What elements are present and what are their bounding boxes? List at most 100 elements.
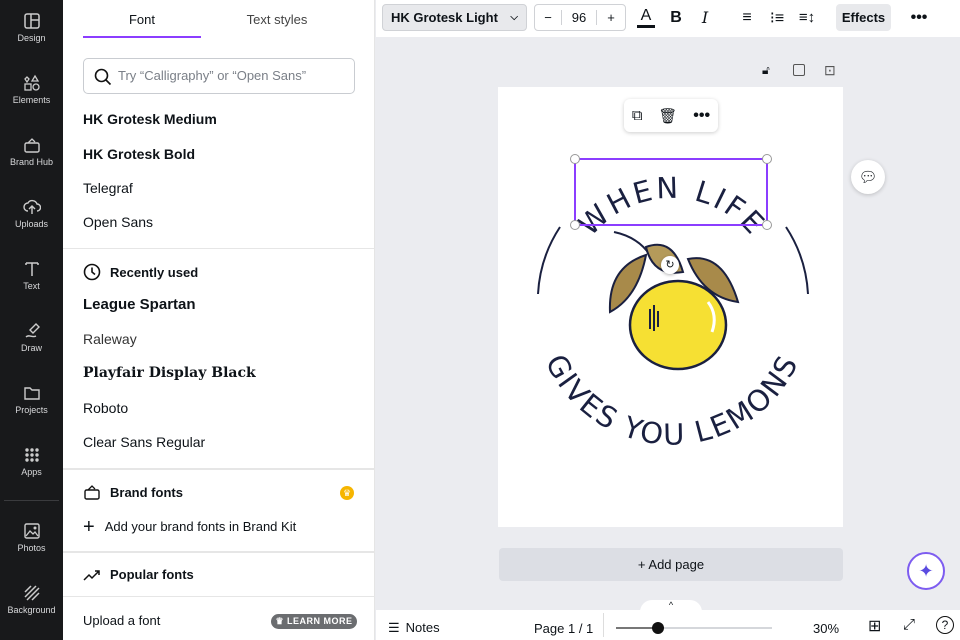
- resize-handle[interactable]: [570, 220, 580, 230]
- bottom-bar: ☰ Notes Page 1 / 1 30% ⊞ ⤢ ?: [376, 610, 960, 640]
- rail-item-projects[interactable]: Projects: [0, 384, 63, 415]
- trash-icon[interactable]: 🗑︎: [658, 107, 677, 125]
- font-size-input[interactable]: 96: [562, 10, 597, 25]
- rail-item-text[interactable]: Text: [0, 260, 63, 291]
- grid-view-icon[interactable]: ⊞: [868, 616, 881, 636]
- learn-more-button[interactable]: ♛ LEARN MORE: [271, 614, 357, 629]
- element-context-menu: ⧉ 🗑︎ •••: [624, 99, 718, 132]
- font-item[interactable]: Telegraf: [83, 180, 133, 196]
- increase-size-button[interactable]: +: [597, 10, 625, 25]
- italic-icon[interactable]: I: [697, 4, 713, 31]
- tab-text-styles[interactable]: Text styles: [218, 12, 336, 27]
- resize-handle[interactable]: [762, 154, 772, 164]
- font-item[interactable]: League Spartan: [83, 296, 196, 313]
- rail-item-uploads[interactable]: Uploads: [0, 198, 63, 229]
- grid-icon: [24, 448, 39, 462]
- button-label: Notes: [405, 620, 440, 635]
- rail-item-design[interactable]: Design: [0, 12, 63, 43]
- rail-item-label: Design: [17, 33, 46, 43]
- rail-item-label: Apps: [21, 467, 42, 477]
- align-center-icon[interactable]: ≡: [738, 4, 756, 31]
- font-item[interactable]: Roboto: [83, 400, 128, 416]
- magic-assistant-button[interactable]: ✦: [907, 552, 945, 590]
- chevron-down-icon: ⌵: [510, 12, 518, 23]
- text-icon: [24, 262, 39, 276]
- help-icon[interactable]: ?: [936, 616, 954, 634]
- rail-item-background[interactable]: Background: [0, 584, 63, 615]
- font-item[interactable]: Playfair Display Black: [83, 365, 256, 381]
- rail-item-apps[interactable]: Apps: [0, 446, 63, 477]
- draw-icon: [25, 323, 40, 338]
- effects-button[interactable]: Effects: [836, 4, 891, 31]
- zoom-slider-handle[interactable]: [652, 622, 664, 634]
- rail-item-elements[interactable]: Elements: [0, 74, 63, 105]
- text-color-icon[interactable]: A: [636, 4, 656, 31]
- tab-font[interactable]: Font: [83, 12, 201, 27]
- design-page[interactable]: WHEN LIFE GIVES YOU LEMONS: [498, 87, 843, 527]
- resize-handle[interactable]: [762, 220, 772, 230]
- upload-font-link[interactable]: Upload a font: [83, 613, 160, 628]
- shapes-icon: [23, 74, 40, 91]
- font-item[interactable]: HK Grotesk Medium: [83, 111, 217, 127]
- rail-item-label: Text: [23, 281, 40, 291]
- notes-icon: ☰: [388, 620, 400, 635]
- decrease-size-button[interactable]: −: [535, 10, 562, 25]
- spacing-icon[interactable]: ≡↕: [797, 4, 817, 31]
- clock-icon: [83, 263, 101, 281]
- zoom-slider[interactable]: [616, 622, 772, 634]
- more-icon[interactable]: •••: [909, 4, 929, 31]
- section-title: Recently used: [110, 264, 199, 280]
- rail-item-label: Projects: [15, 405, 48, 415]
- divider: [63, 551, 375, 553]
- zoom-level[interactable]: 30%: [813, 621, 839, 636]
- fullscreen-icon[interactable]: ⤢: [903, 616, 915, 633]
- rail-item-brand-hub[interactable]: Brand Hub: [0, 136, 63, 167]
- font-size-stepper[interactable]: − 96 +: [534, 4, 626, 31]
- notes-button[interactable]: ☰ Notes: [388, 620, 440, 636]
- list-icon[interactable]: ⁝≡: [768, 4, 786, 31]
- bold-icon[interactable]: B: [668, 4, 684, 31]
- text-toolbar: HK Grotesk Light ⌵ − 96 + A B I ≡ ⁝≡ ≡↕ E…: [376, 0, 960, 37]
- left-rail: Design Elements Brand Hub Uploads Text Draw Pr…: [0, 0, 63, 640]
- recently-used-header: Recently used: [83, 263, 198, 281]
- add-page-button[interactable]: + Add page: [499, 548, 843, 581]
- image-icon: [23, 523, 40, 539]
- rail-item-photos[interactable]: Photos: [0, 522, 63, 553]
- font-item[interactable]: Open Sans: [83, 214, 153, 230]
- resize-handle[interactable]: [570, 154, 580, 164]
- font-item[interactable]: Clear Sans Regular: [83, 434, 205, 450]
- rail-item-label: Draw: [20, 343, 42, 353]
- dropdown-value: HK Grotesk Light: [391, 10, 498, 25]
- search-icon: [94, 68, 112, 86]
- folder-icon: [23, 387, 40, 400]
- comment-button[interactable]: 💬︎: [851, 160, 885, 194]
- section-title: Brand fonts: [110, 484, 183, 500]
- brand-kit-icon: [84, 485, 100, 500]
- brand-fonts-header: Brand fonts: [83, 484, 183, 500]
- divider: [63, 248, 375, 249]
- font-item[interactable]: HK Grotesk Bold: [83, 146, 195, 162]
- font-family-dropdown[interactable]: HK Grotesk Light ⌵: [382, 4, 527, 31]
- rail-item-draw[interactable]: Draw: [0, 322, 63, 353]
- arc-line-right: [785, 226, 809, 295]
- button-label: LEARN MORE: [287, 616, 353, 626]
- plus-icon: +: [83, 515, 95, 538]
- selection-box[interactable]: [570, 154, 772, 230]
- search-placeholder: Try “Calligraphy” or “Open Sans”: [118, 68, 307, 83]
- layout-icon: [23, 13, 40, 29]
- divider: [603, 613, 604, 637]
- duplicate-icon[interactable]: ⧉: [632, 107, 643, 124]
- font-search-input[interactable]: Try “Calligraphy” or “Open Sans”: [83, 58, 355, 94]
- duplicate-page-icon[interactable]: [793, 64, 805, 76]
- page-indicator: Page 1 / 1: [534, 621, 594, 636]
- trending-icon: [83, 569, 100, 581]
- popular-fonts-header[interactable]: Popular fonts: [83, 567, 194, 582]
- section-title: Popular fonts: [110, 567, 194, 582]
- rotate-handle[interactable]: ↻: [661, 256, 679, 274]
- add-brand-fonts-link[interactable]: + Add your brand fonts in Brand Kit: [83, 515, 297, 538]
- more-icon[interactable]: •••: [693, 107, 710, 125]
- font-item[interactable]: Raleway: [83, 331, 137, 347]
- link-label: Add your brand fonts in Brand Kit: [104, 519, 297, 534]
- add-page-icon[interactable]: ⊡: [824, 62, 836, 79]
- lock-icon[interactable]: 🔓︎: [762, 63, 770, 78]
